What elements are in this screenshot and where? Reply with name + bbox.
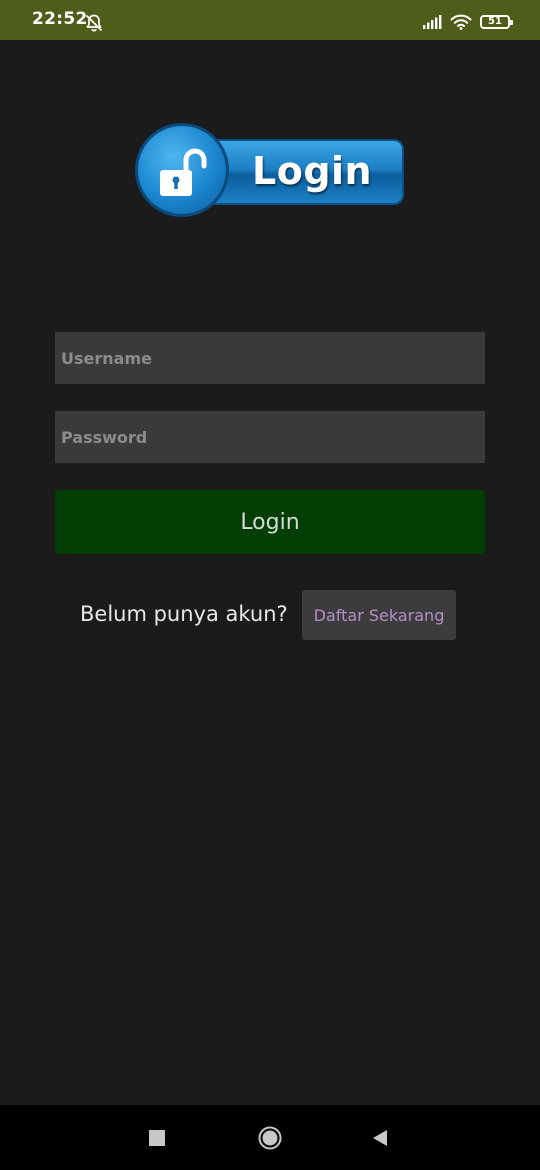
login-logo: Login <box>134 122 408 222</box>
signal-icon <box>423 15 442 29</box>
username-input[interactable] <box>55 332 485 384</box>
back-triangle-icon[interactable] <box>371 1129 389 1147</box>
recents-square-icon[interactable] <box>149 1130 165 1146</box>
status-bar: 22:52 51 <box>0 0 540 40</box>
bell-off-icon <box>85 14 103 32</box>
register-prompt: Belum punya akun? <box>80 602 288 626</box>
battery-icon: 51 <box>480 15 513 29</box>
login-button[interactable]: Login <box>55 490 485 554</box>
wifi-icon <box>450 14 472 30</box>
status-time: 22:52 <box>32 9 88 29</box>
system-nav-bar <box>0 1105 540 1170</box>
password-input[interactable] <box>55 411 485 463</box>
home-circle-icon[interactable] <box>258 1126 282 1150</box>
battery-level: 51 <box>488 16 502 27</box>
register-now-button[interactable]: Daftar Sekarang <box>302 590 456 640</box>
status-icons: 51 <box>422 12 513 32</box>
logo-text: Login <box>252 149 373 193</box>
login-screen: 22:52 51 Login Username Login Belum puny… <box>0 0 540 1170</box>
unlocked-padlock-icon <box>160 148 207 196</box>
logo-badge <box>135 123 229 217</box>
